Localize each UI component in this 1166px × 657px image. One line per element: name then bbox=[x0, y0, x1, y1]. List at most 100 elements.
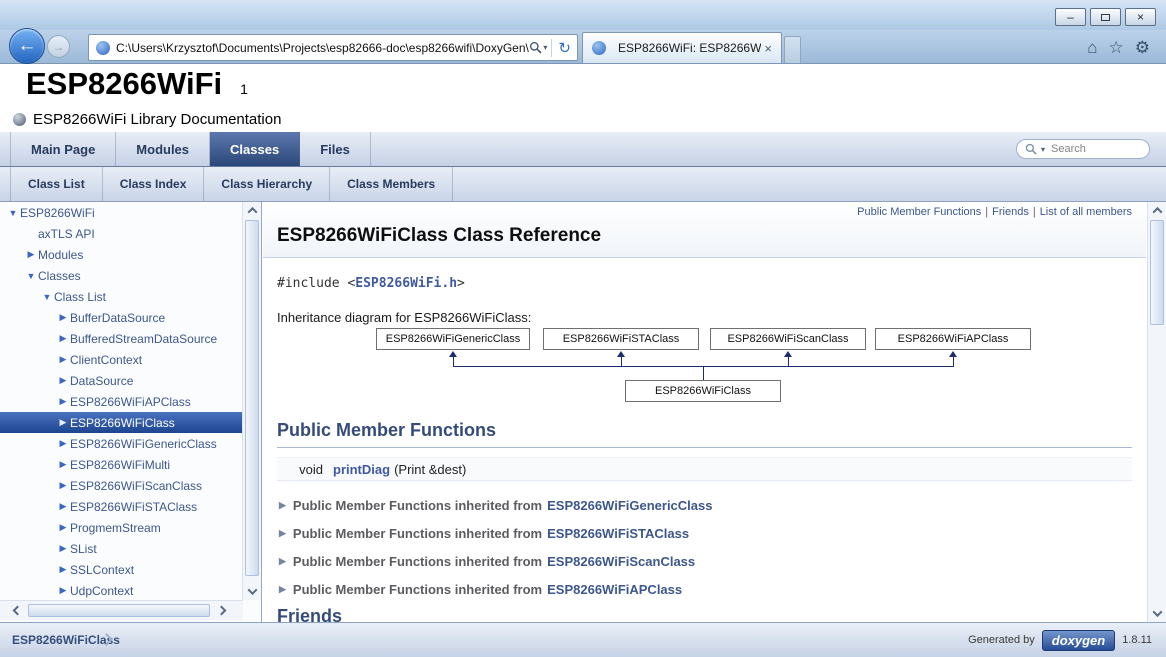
diagram-parent-box[interactable]: ESP8266WiFiScanClass bbox=[710, 328, 866, 350]
tab-stub[interactable] bbox=[784, 36, 801, 63]
tab-classes[interactable]: Classes bbox=[210, 132, 300, 166]
expand-arrow-icon[interactable]: ▼ bbox=[24, 271, 38, 281]
sidebar-item-esp8266wifi[interactable]: ▼ESP8266WiFi bbox=[0, 202, 243, 223]
maximize-button[interactable] bbox=[1090, 8, 1121, 26]
expand-arrow-icon[interactable]: ▶ bbox=[56, 417, 70, 428]
inherited-class-link[interactable]: ESP8266WiFiSTAClass bbox=[547, 526, 689, 541]
search-placeholder: Search bbox=[1051, 143, 1086, 155]
include-file-link[interactable]: ESP8266WiFi.h bbox=[355, 276, 457, 291]
scrollbar-thumb[interactable] bbox=[245, 220, 259, 576]
sidebar-item-slist[interactable]: ▶SList bbox=[0, 538, 243, 559]
subtab-class-list[interactable]: Class List bbox=[10, 167, 103, 201]
search-input[interactable]: ▾ Search bbox=[1016, 139, 1150, 159]
refresh-icon[interactable]: ↻ bbox=[556, 39, 573, 57]
address-bar[interactable]: C:\Users\Krzysztof\Documents\Projects\es… bbox=[88, 34, 578, 61]
diagram-parent-box[interactable]: ESP8266WiFiGenericClass bbox=[376, 328, 530, 350]
sidebar-item-bufferedstreamdatasource[interactable]: ▶BufferedStreamDataSource bbox=[0, 328, 243, 349]
expand-arrow-icon[interactable]: ▶ bbox=[56, 312, 70, 323]
close-button[interactable]: × bbox=[1125, 8, 1156, 26]
search-icon[interactable] bbox=[529, 41, 542, 54]
expand-arrow-icon[interactable]: ▶ bbox=[56, 585, 70, 596]
forward-button[interactable]: → bbox=[47, 35, 70, 58]
inherited-class-link[interactable]: ESP8266WiFiScanClass bbox=[547, 554, 695, 569]
tab-main-page[interactable]: Main Page bbox=[10, 132, 116, 166]
sidebar-item-esp8266wifiapclass[interactable]: ▶ESP8266WiFiAPClass bbox=[0, 391, 243, 412]
tab-files[interactable]: Files bbox=[300, 132, 371, 166]
inherited-class-link[interactable]: ESP8266WiFiAPClass bbox=[547, 582, 682, 597]
inherited-class-link[interactable]: ESP8266WiFiGenericClass bbox=[547, 498, 712, 513]
search-dropdown-icon[interactable]: ▾ bbox=[543, 43, 547, 52]
expand-arrow-icon[interactable]: ▶ bbox=[56, 501, 70, 512]
inherited-members-row[interactable]: ▶ Public Member Functions inherited from… bbox=[279, 522, 689, 544]
expand-arrow-icon[interactable]: ▶ bbox=[56, 522, 70, 533]
sidebar-item-esp8266wifimulti[interactable]: ▶ESP8266WiFiMulti bbox=[0, 454, 243, 475]
sidebar-item-udpcontext[interactable]: ▶UdpContext bbox=[0, 580, 243, 600]
favorites-icon[interactable]: ☆ bbox=[1109, 35, 1124, 61]
inherited-members-row[interactable]: ▶ Public Member Functions inherited from… bbox=[279, 578, 682, 600]
expand-arrow-icon[interactable]: ▶ bbox=[56, 333, 70, 344]
diagram-parent-box[interactable]: ESP8266WiFiAPClass bbox=[875, 328, 1031, 350]
sidebar-item-axtls-api[interactable]: axTLS API bbox=[0, 223, 243, 244]
sidebar-item-esp8266wifistaclass[interactable]: ▶ESP8266WiFiSTAClass bbox=[0, 496, 243, 517]
scrollbar-thumb[interactable] bbox=[1150, 220, 1164, 325]
home-icon[interactable]: ⌂ bbox=[1087, 35, 1097, 61]
expand-arrow-icon[interactable]: ▼ bbox=[6, 208, 20, 218]
sidebar-item-label: BufferedStreamDataSource bbox=[70, 332, 217, 346]
scroll-right-button[interactable] bbox=[212, 601, 230, 620]
expand-arrow-icon[interactable]: ▶ bbox=[56, 480, 70, 491]
expand-arrow-icon[interactable]: ▶ bbox=[56, 438, 70, 449]
expand-arrow-icon[interactable]: ▶ bbox=[56, 375, 70, 386]
sidebar-item-esp8266wifigenericclass[interactable]: ▶ESP8266WiFiGenericClass bbox=[0, 433, 243, 454]
expand-arrow-icon[interactable]: ▶ bbox=[56, 354, 70, 365]
expand-arrow-icon[interactable]: ▶ bbox=[56, 459, 70, 470]
expand-arrow-icon[interactable]: ▶ bbox=[56, 564, 70, 575]
sidebar-item-class-list[interactable]: ▼Class List bbox=[0, 286, 243, 307]
subtab-class-index[interactable]: Class Index bbox=[103, 167, 205, 201]
scrollbar-thumb[interactable] bbox=[28, 604, 210, 617]
sidebar-item-label: ESP8266WiFiGenericClass bbox=[70, 437, 217, 451]
tab-modules[interactable]: Modules bbox=[116, 132, 210, 166]
search-scope-caret-icon[interactable]: ▾ bbox=[1041, 145, 1045, 154]
back-button[interactable]: ← bbox=[9, 28, 45, 64]
main-tabs: Main Page Modules Classes Files bbox=[0, 132, 1166, 167]
scroll-left-button[interactable] bbox=[8, 601, 26, 620]
link-public-member-functions[interactable]: Public Member Functions bbox=[857, 206, 981, 218]
sidebar-item-modules[interactable]: ▶Modules bbox=[0, 244, 243, 265]
sidebar-horizontal-scrollbar[interactable] bbox=[0, 600, 243, 620]
diagram-child-box[interactable]: ESP8266WiFiClass bbox=[625, 380, 781, 402]
link-list-of-all-members[interactable]: List of all members bbox=[1040, 206, 1132, 218]
link-friends[interactable]: Friends bbox=[992, 206, 1029, 218]
scroll-up-button[interactable] bbox=[243, 202, 261, 219]
diagram-parent-box[interactable]: ESP8266WiFiSTAClass bbox=[543, 328, 699, 350]
doxygen-logo[interactable]: doxygen bbox=[1042, 630, 1115, 651]
scroll-up-button[interactable] bbox=[1148, 202, 1166, 219]
expand-arrow-icon[interactable]: ▶ bbox=[56, 396, 70, 407]
inherited-members-row[interactable]: ▶ Public Member Functions inherited from… bbox=[279, 494, 712, 516]
sidebar-item-progmemstream[interactable]: ▶ProgmemStream bbox=[0, 517, 243, 538]
expand-arrow-icon[interactable]: ▶ bbox=[24, 249, 38, 260]
scroll-down-button[interactable] bbox=[243, 583, 261, 600]
scroll-down-button[interactable] bbox=[1148, 605, 1166, 622]
member-return-type: void bbox=[277, 462, 323, 477]
sidebar-item-esp8266wificlass[interactable]: ▶ESP8266WiFiClass bbox=[0, 412, 243, 433]
tab-close-icon[interactable]: × bbox=[761, 41, 775, 56]
sidebar-item-esp8266wifiscanclass[interactable]: ▶ESP8266WiFiScanClass bbox=[0, 475, 243, 496]
subtab-class-hierarchy[interactable]: Class Hierarchy bbox=[204, 167, 330, 201]
sidebar-item-sslcontext[interactable]: ▶SSLContext bbox=[0, 559, 243, 580]
expand-arrow-icon[interactable]: ▼ bbox=[40, 292, 54, 302]
tools-icon[interactable]: ⚙ bbox=[1135, 35, 1150, 61]
inherited-members-row[interactable]: ▶ Public Member Functions inherited from… bbox=[279, 550, 695, 572]
sidebar-item-datasource[interactable]: ▶DataSource bbox=[0, 370, 243, 391]
sidebar-item-classes[interactable]: ▼Classes bbox=[0, 265, 243, 286]
subtab-class-members[interactable]: Class Members bbox=[330, 167, 453, 201]
scroll-left-icon bbox=[12, 606, 22, 616]
sidebar-vertical-scrollbar[interactable] bbox=[242, 202, 261, 600]
address-text[interactable]: C:\Users\Krzysztof\Documents\Projects\es… bbox=[116, 41, 529, 55]
expand-arrow-icon[interactable]: ▶ bbox=[56, 543, 70, 554]
sidebar-item-bufferdatasource[interactable]: ▶BufferDataSource bbox=[0, 307, 243, 328]
minimize-button[interactable]: – bbox=[1055, 8, 1086, 26]
member-name-link[interactable]: printDiag bbox=[333, 462, 390, 477]
content-vertical-scrollbar[interactable] bbox=[1147, 202, 1166, 622]
sidebar-item-clientcontext[interactable]: ▶ClientContext bbox=[0, 349, 243, 370]
browser-tab[interactable]: ESP8266WiFi: ESP8266WiFi... × bbox=[582, 32, 782, 63]
